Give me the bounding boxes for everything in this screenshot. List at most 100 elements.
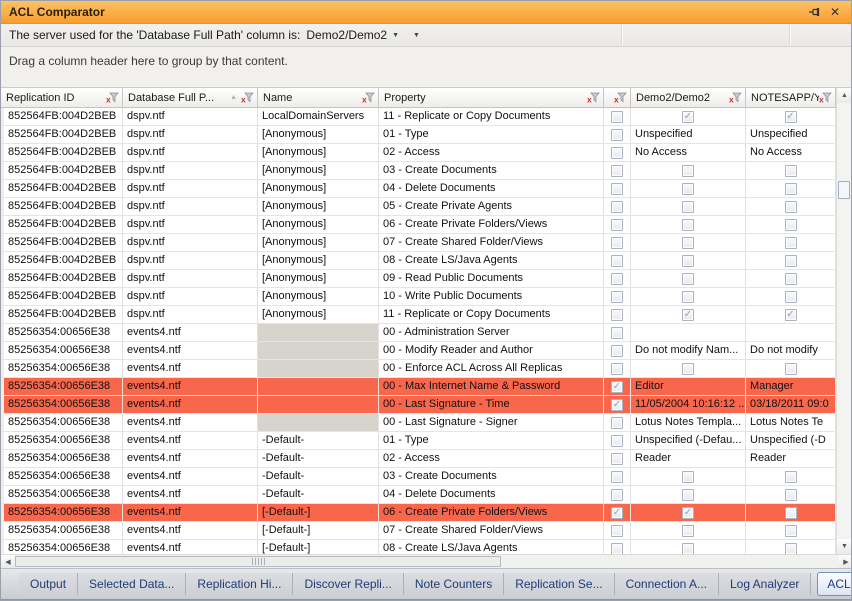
- vertical-scrollbar-thumb[interactable]: [838, 181, 850, 199]
- horizontal-scrollbar-thumb[interactable]: [15, 556, 501, 567]
- tab-acl-compara[interactable]: ACL Compara...: [817, 572, 852, 596]
- cell-demo2: Reader: [631, 450, 746, 468]
- filter-icon[interactable]: x: [729, 92, 742, 103]
- table-row[interactable]: 85256354:00656E38events4.ntf-Default-03 …: [1, 468, 851, 486]
- table-row[interactable]: 852564FB:004D2BEBdspv.ntf[Anonymous]07 -…: [1, 234, 851, 252]
- scroll-right-icon[interactable]: ▶: [839, 555, 852, 568]
- table-row[interactable]: 852564FB:004D2BEBdspv.ntf[Anonymous]11 -…: [1, 306, 851, 324]
- checkbox-unchecked-icon: [611, 453, 623, 465]
- filter-icon[interactable]: x: [614, 92, 627, 103]
- column-header-name[interactable]: Name x: [258, 88, 379, 107]
- column-header-database-full-path[interactable]: Database Full P...▲x: [123, 88, 258, 107]
- cell-name: [Anonymous]: [258, 234, 379, 252]
- cell-notesapp: [746, 180, 836, 198]
- tab-discover-repli[interactable]: Discover Repli...: [293, 573, 403, 595]
- table-row[interactable]: 85256354:00656E38events4.ntf00 - Last Si…: [1, 414, 851, 432]
- cell-replication-id: 852564FB:004D2BEB: [1, 216, 123, 234]
- table-row[interactable]: 85256354:00656E38events4.ntf-Default-02 …: [1, 450, 851, 468]
- column-header-property[interactable]: Propertyx: [379, 88, 604, 107]
- table-row[interactable]: 852564FB:004D2BEBdspv.ntfLocalDomainServ…: [1, 108, 851, 126]
- cell-property: 07 - Create Shared Folder/Views: [379, 234, 604, 252]
- cell-difference: [604, 414, 631, 432]
- tab-selected-data[interactable]: Selected Data...: [78, 573, 186, 595]
- filter-icon[interactable]: x: [106, 92, 119, 103]
- filter-icon[interactable]: x: [362, 92, 375, 103]
- cell-notesapp: [746, 216, 836, 234]
- cell-database-full-path: dspv.ntf: [123, 216, 258, 234]
- cell-notesapp: Lotus Notes Te: [746, 414, 836, 432]
- column-header-label: Demo2/Demo2: [636, 92, 710, 104]
- table-row[interactable]: 852564FB:004D2BEBdspv.ntf[Anonymous]08 -…: [1, 252, 851, 270]
- column-header-label: Name: [263, 92, 292, 104]
- cell-notesapp: [746, 468, 836, 486]
- checkbox-unchecked-icon: [785, 273, 797, 285]
- column-header-demo2[interactable]: Demo2/Demo2 x: [631, 88, 746, 107]
- cell-notesapp: ✓: [746, 306, 836, 324]
- vertical-scrollbar[interactable]: ▲ ▼: [836, 88, 851, 554]
- tab-output[interactable]: Output: [19, 573, 78, 595]
- table-row[interactable]: 852564FB:004D2BEBdspv.ntf[Anonymous]02 -…: [1, 144, 851, 162]
- table-row[interactable]: 852564FB:004D2BEBdspv.ntf[Anonymous]05 -…: [1, 198, 851, 216]
- table-row[interactable]: 85256354:00656E38events4.ntf00 - Last Si…: [1, 396, 851, 414]
- tab-note-counters[interactable]: Note Counters: [404, 573, 504, 595]
- table-row[interactable]: 85256354:00656E38events4.ntf00 - Enforce…: [1, 360, 851, 378]
- cell-notesapp: [746, 504, 836, 522]
- column-header-difference[interactable]: x: [604, 88, 631, 107]
- table-row[interactable]: 852564FB:004D2BEBdspv.ntf[Anonymous]10 -…: [1, 288, 851, 306]
- column-header-notesapp[interactable]: NOTESAPP/YT...x: [746, 88, 836, 107]
- table-row[interactable]: 85256354:00656E38events4.ntf00 - Modify …: [1, 342, 851, 360]
- cell-name: -Default-: [258, 468, 379, 486]
- filter-icon[interactable]: x: [587, 92, 600, 103]
- checkbox-unchecked-icon: [682, 183, 694, 195]
- cell-property: 07 - Create Shared Folder/Views: [379, 522, 604, 540]
- cell-demo2: [631, 252, 746, 270]
- tab-replication-hi[interactable]: Replication Hi...: [186, 573, 293, 595]
- combo-dropdown-icon[interactable]: ▼: [392, 32, 399, 39]
- pin-icon[interactable]: [807, 4, 823, 20]
- cell-notesapp: Unspecified (-D: [746, 432, 836, 450]
- column-header-replication-id[interactable]: Replication IDx: [1, 88, 123, 107]
- cell-demo2: [631, 270, 746, 288]
- table-row[interactable]: 852564FB:004D2BEBdspv.ntf[Anonymous]04 -…: [1, 180, 851, 198]
- tab-connection-a[interactable]: Connection A...: [615, 573, 719, 595]
- cell-name: [Anonymous]: [258, 216, 379, 234]
- scroll-up-icon[interactable]: ▲: [837, 88, 852, 103]
- cell-property: 04 - Delete Documents: [379, 180, 604, 198]
- cell-name-empty: [258, 414, 379, 432]
- checkbox-unchecked-icon: [785, 471, 797, 483]
- table-row[interactable]: 852564FB:004D2BEBdspv.ntf[Anonymous]09 -…: [1, 270, 851, 288]
- cell-database-full-path: dspv.ntf: [123, 306, 258, 324]
- scroll-down-icon[interactable]: ▼: [837, 539, 852, 554]
- scroll-left-icon[interactable]: ◀: [1, 555, 15, 568]
- checkbox-unchecked-icon: [785, 507, 797, 519]
- filter-icon[interactable]: x: [241, 92, 254, 103]
- filter-icon[interactable]: x: [819, 92, 832, 103]
- checkbox-unchecked-icon: [785, 543, 797, 555]
- checkbox-checked-icon: ✓: [785, 111, 797, 123]
- checkbox-unchecked-icon: [611, 471, 623, 483]
- cell-database-full-path: events4.ntf: [123, 342, 258, 360]
- checkbox-unchecked-icon: [785, 183, 797, 195]
- cell-demo2: ✓: [631, 504, 746, 522]
- table-row[interactable]: 852564FB:004D2BEBdspv.ntf[Anonymous]03 -…: [1, 162, 851, 180]
- table-row[interactable]: 85256354:00656E38events4.ntf00 - Max Int…: [1, 378, 851, 396]
- table-row[interactable]: 85256354:00656E38events4.ntf00 - Adminis…: [1, 324, 851, 342]
- table-row[interactable]: 85256354:00656E38events4.ntf[-Default-]0…: [1, 504, 851, 522]
- cell-name: [Anonymous]: [258, 198, 379, 216]
- close-icon[interactable]: ✕: [827, 4, 843, 20]
- table-row[interactable]: 852564FB:004D2BEBdspv.ntf[Anonymous]06 -…: [1, 216, 851, 234]
- table-row[interactable]: 85256354:00656E38events4.ntf-Default-04 …: [1, 486, 851, 504]
- table-row[interactable]: 852564FB:004D2BEBdspv.ntf[Anonymous]01 -…: [1, 126, 851, 144]
- table-row[interactable]: 85256354:00656E38events4.ntf[-Default-]0…: [1, 540, 851, 554]
- group-by-panel[interactable]: Drag a column header here to group by th…: [1, 47, 851, 88]
- checkbox-unchecked-icon: [682, 489, 694, 501]
- horizontal-scrollbar[interactable]: ◀ ▶: [1, 554, 852, 568]
- cell-demo2: [631, 324, 746, 342]
- toolbar-options-icon[interactable]: ▼: [413, 32, 420, 39]
- table-row[interactable]: 85256354:00656E38events4.ntf-Default-01 …: [1, 432, 851, 450]
- server-combo[interactable]: Demo2/Demo2: [306, 28, 387, 42]
- tab-log-analyzer[interactable]: Log Analyzer: [719, 573, 811, 595]
- table-row[interactable]: 85256354:00656E38events4.ntf[-Default-]0…: [1, 522, 851, 540]
- cell-demo2: [631, 540, 746, 554]
- tab-replication-se[interactable]: Replication Se...: [504, 573, 614, 595]
